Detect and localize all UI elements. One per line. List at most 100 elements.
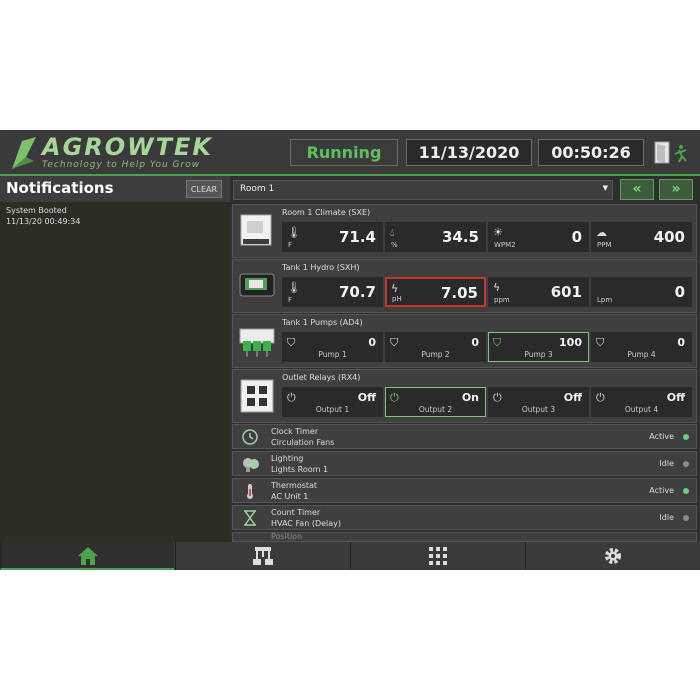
leaf-logo-icon bbox=[12, 137, 36, 169]
light-reading[interactable]: ☀ WPM2 0 bbox=[488, 222, 589, 252]
nav-tab-home[interactable] bbox=[0, 542, 174, 570]
temperature-reading[interactable]: 🌡︎ F 71.4 bbox=[282, 222, 383, 252]
ph-icon: ϟ bbox=[391, 282, 399, 295]
pump-label: Pump 4 bbox=[627, 350, 656, 359]
reading-unit: PPM bbox=[597, 241, 612, 249]
status-dot bbox=[683, 461, 689, 467]
rule-state: Active bbox=[649, 486, 674, 495]
output-state: Off bbox=[666, 391, 685, 404]
reading-unit: WPM2 bbox=[494, 241, 516, 249]
room-select[interactable]: Room 1 ▼ bbox=[233, 180, 613, 200]
device-title: Room 1 Climate (SXE) bbox=[282, 208, 371, 217]
rule-state: Idle bbox=[659, 513, 674, 522]
pump-label: Pump 3 bbox=[524, 350, 553, 359]
rule-row-position[interactable]: Position bbox=[232, 532, 697, 542]
device-card-relays[interactable]: Outlet Relays (RX4) ⏻ Off Output 1 ⏻ On … bbox=[232, 369, 697, 423]
device-card-climate[interactable]: Room 1 Climate (SXE) 🌡︎ F 71.4 💧︎ % 34.5… bbox=[232, 204, 697, 258]
nav-tab-settings[interactable] bbox=[525, 542, 700, 570]
light-bulb-icon bbox=[243, 458, 259, 472]
exit-door-icon bbox=[654, 141, 687, 164]
pump-value: 0 bbox=[368, 336, 376, 349]
device-card-pumps[interactable]: Tank 1 Pumps (AD4) ⛉ 0 Pump 1 ⛉ 0 Pump 2… bbox=[232, 314, 697, 368]
rule-name: AC Unit 1 bbox=[271, 492, 309, 501]
pump-3-button[interactable]: ⛉ 100 Pump 3 bbox=[488, 332, 589, 362]
power-icon: ⏻ bbox=[493, 391, 502, 404]
controller-screen: AGROWTEK Technology to Help You Grow Run… bbox=[0, 130, 700, 570]
exit-button[interactable] bbox=[651, 139, 691, 166]
next-room-button[interactable]: » bbox=[659, 179, 693, 200]
nav-tab-apps[interactable] bbox=[350, 542, 524, 570]
rule-row-count-timer[interactable]: Count Timer HVAC Fan (Delay) Idle bbox=[232, 505, 697, 530]
notification-message: System Booted bbox=[6, 206, 67, 215]
notifications-panel: Notifications CLEAR System Booted 11/13/… bbox=[0, 176, 230, 542]
rule-name: HVAC Fan (Delay) bbox=[271, 519, 342, 528]
rule-row-thermostat[interactable]: Thermostat AC Unit 1 Active bbox=[232, 478, 697, 503]
humidity-drop-icon: 💧︎ bbox=[390, 226, 395, 239]
rule-type: Clock Timer bbox=[271, 427, 319, 436]
status-dot bbox=[683, 488, 689, 494]
clock-icon bbox=[242, 429, 258, 445]
co2-cloud-icon: ☁ bbox=[596, 226, 607, 239]
ph-reading[interactable]: ϟ pH 7.05 bbox=[385, 277, 486, 307]
thermometer-icon: 🌡︎ bbox=[287, 281, 301, 294]
hydro-controller-icon bbox=[239, 273, 275, 297]
thermometer-icon: 🌡︎ bbox=[287, 226, 301, 239]
pump-icon: ⛉ bbox=[596, 336, 605, 349]
reading-value: 0 bbox=[674, 283, 685, 301]
output-2-toggle[interactable]: ⏻ On Output 2 bbox=[385, 387, 486, 417]
system-date: 11/13/2020 bbox=[406, 139, 532, 166]
reading-value: 7.05 bbox=[440, 284, 478, 302]
pump-1-button[interactable]: ⛉ 0 Pump 1 bbox=[282, 332, 383, 362]
power-icon: ⏻ bbox=[287, 391, 296, 404]
pump-value: 0 bbox=[677, 336, 685, 349]
pump-2-button[interactable]: ⛉ 0 Pump 2 bbox=[385, 332, 486, 362]
pump-label: Pump 2 bbox=[421, 350, 450, 359]
outlet-relay-icon bbox=[240, 379, 274, 413]
reading-value: 70.7 bbox=[338, 283, 376, 301]
output-4-toggle[interactable]: ⏻ Off Output 4 bbox=[591, 387, 692, 417]
reading-value: 71.4 bbox=[338, 228, 376, 246]
power-icon: ⏻ bbox=[596, 391, 605, 404]
output-label: Output 4 bbox=[624, 405, 659, 414]
room-select-value: Room 1 bbox=[240, 184, 275, 194]
water-temperature-reading[interactable]: 🌡︎ F 70.7 bbox=[282, 277, 383, 307]
power-icon: ⏻ bbox=[390, 391, 399, 404]
rule-row-lighting[interactable]: Lighting Lights Room 1 Idle bbox=[232, 451, 697, 476]
brand-tagline: Technology to Help You Grow bbox=[42, 160, 201, 170]
thermostat-icon bbox=[247, 484, 253, 499]
output-3-toggle[interactable]: ⏻ Off Output 3 bbox=[488, 387, 589, 417]
pump-value: 100 bbox=[559, 336, 582, 349]
output-label: Output 1 bbox=[315, 405, 350, 414]
output-state: Off bbox=[563, 391, 582, 404]
reading-unit: Lpm bbox=[597, 296, 613, 304]
output-1-toggle[interactable]: ⏻ Off Output 1 bbox=[282, 387, 383, 417]
rule-type: Count Timer bbox=[271, 508, 321, 517]
reading-unit: F bbox=[288, 241, 293, 249]
pump-value: 0 bbox=[471, 336, 479, 349]
system-time: 00:50:26 bbox=[538, 139, 644, 166]
flow-reading[interactable]: Lpm 0 bbox=[591, 277, 692, 307]
status-dot bbox=[683, 515, 689, 521]
reading-value: 400 bbox=[653, 228, 685, 246]
prev-room-button[interactable]: « bbox=[620, 179, 654, 200]
rule-type: Thermostat bbox=[271, 481, 318, 490]
reading-unit: % bbox=[391, 241, 398, 249]
device-title: Outlet Relays (RX4) bbox=[282, 373, 361, 382]
humidity-reading[interactable]: 💧︎ % 34.5 bbox=[385, 222, 486, 252]
reading-value: 601 bbox=[550, 283, 582, 301]
rule-row-clock-timer[interactable]: Clock Timer Circulation Fans Active bbox=[232, 424, 697, 449]
network-icon bbox=[252, 547, 273, 565]
co2-reading[interactable]: ☁ PPM 400 bbox=[591, 222, 692, 252]
hourglass-icon bbox=[244, 510, 256, 526]
ec-reading[interactable]: ϟ ppm 601 bbox=[488, 277, 589, 307]
pump-4-button[interactable]: ⛉ 0 Pump 4 bbox=[591, 332, 692, 362]
clear-notifications-button[interactable]: CLEAR bbox=[186, 180, 222, 198]
home-icon bbox=[77, 547, 98, 565]
device-card-hydro[interactable]: Tank 1 Hydro (SXH) 🌡︎ F 70.7 ϟ pH 7.05 ϟ… bbox=[232, 259, 697, 313]
pump-icon: ⛉ bbox=[493, 336, 502, 349]
output-state: Off bbox=[357, 391, 376, 404]
device-title: Tank 1 Hydro (SXH) bbox=[282, 263, 360, 272]
rule-state: Active bbox=[649, 432, 674, 441]
nav-tab-network[interactable] bbox=[175, 542, 349, 570]
reading-value: 34.5 bbox=[441, 228, 479, 246]
